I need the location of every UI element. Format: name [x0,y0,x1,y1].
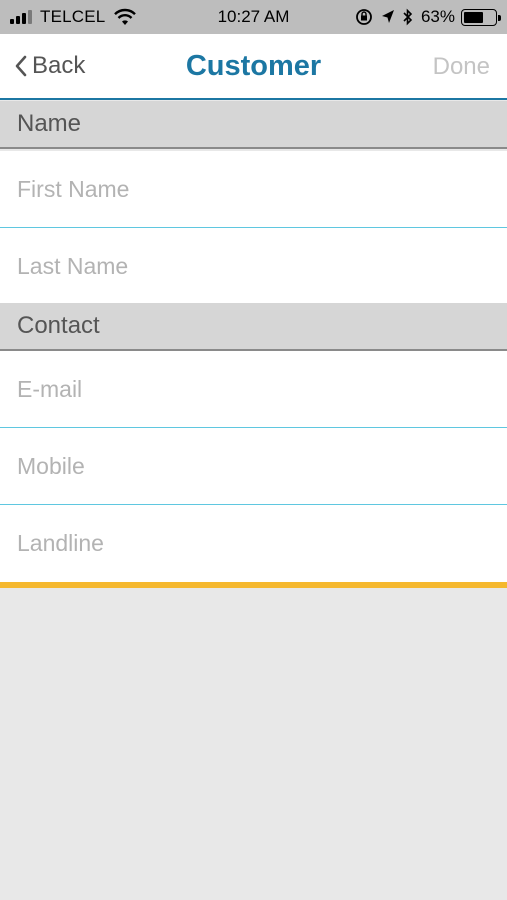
mobile-input[interactable] [17,428,492,504]
status-bar: TELCEL 10:27 AM 63% [0,0,507,34]
orientation-lock-icon [355,8,373,26]
field-row-email [0,351,507,428]
section-header-name: Name [0,101,507,149]
email-input[interactable] [17,351,492,427]
first-name-input[interactable] [17,151,492,227]
customer-screen: TELCEL 10:27 AM 63% Back Customer Done N… [0,0,507,900]
field-row-mobile [0,428,507,505]
battery-icon [461,8,501,26]
last-name-input[interactable] [17,228,492,304]
landline-input[interactable] [17,505,492,581]
page-title: Customer [185,50,322,82]
battery-percentage: 63% [420,7,455,26]
field-row-last-name [0,228,507,305]
bluetooth-icon [403,8,413,26]
form-bottom-accent-line [0,582,507,588]
done-button[interactable]: Done [433,53,490,81]
status-right: 63% [355,7,501,27]
navigation-bar: Back Customer Done [0,34,507,100]
location-arrow-icon [381,9,395,25]
field-row-first-name [0,151,507,228]
battery-fill [464,11,483,23]
field-row-landline [0,505,507,582]
section-header-contact: Contact [0,303,507,351]
